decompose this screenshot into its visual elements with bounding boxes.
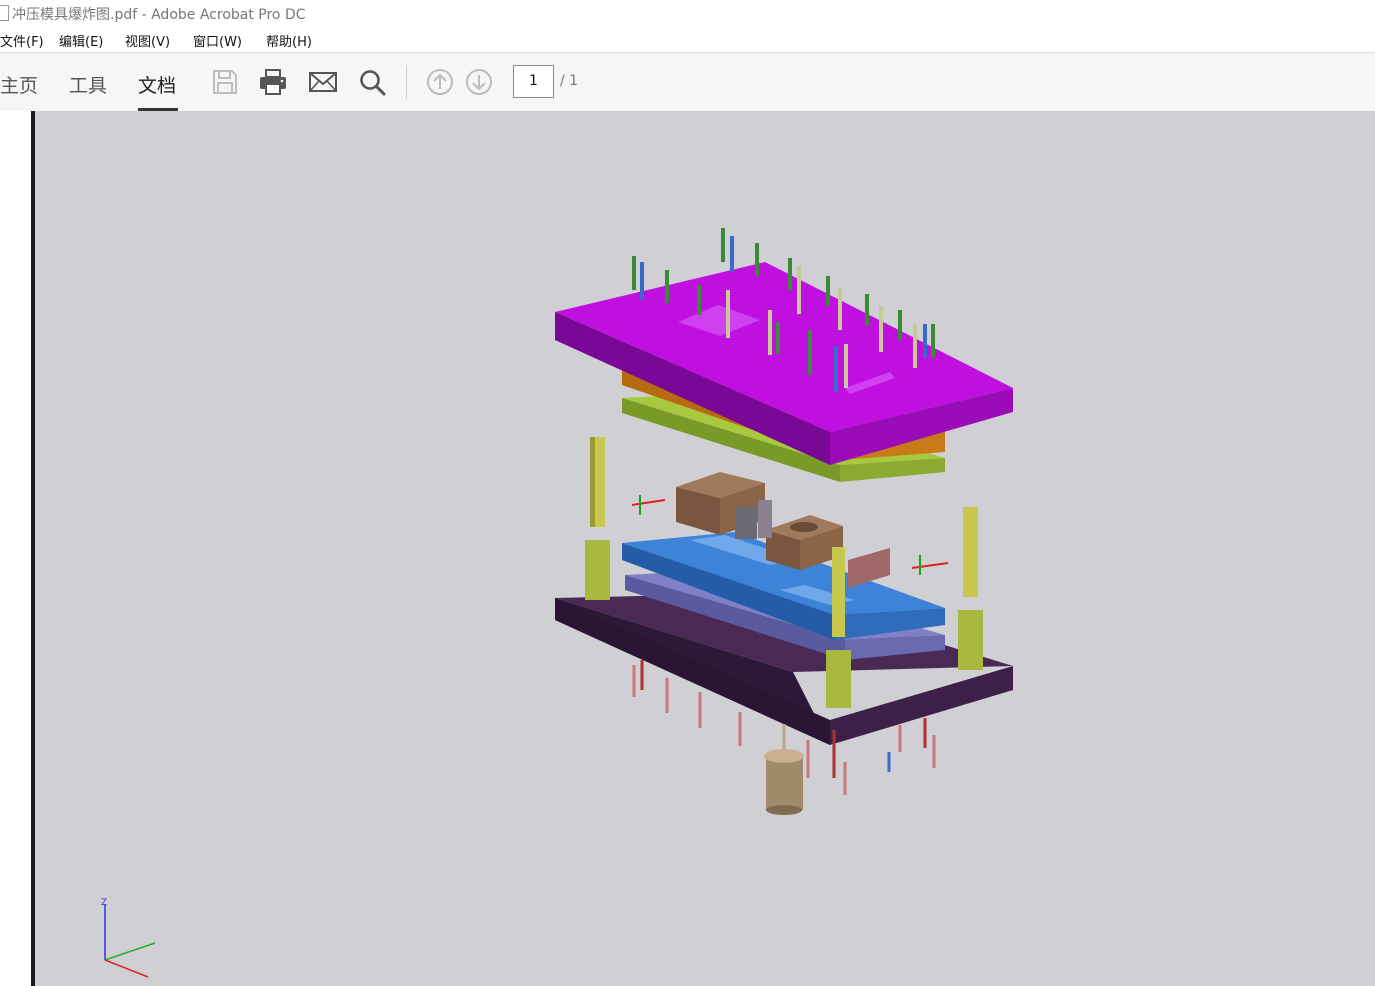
toolbar: 主页 工具 文档 1 / 1 (0, 52, 1375, 112)
search-icon[interactable] (357, 67, 387, 97)
window-title: 冲压模具爆炸图.pdf - Adobe Acrobat Pro DC (12, 7, 306, 23)
save-icon[interactable] (210, 67, 240, 97)
axis-triad: Z (101, 898, 156, 978)
print-icon[interactable] (258, 67, 288, 97)
page-up-icon[interactable] (425, 67, 455, 97)
email-icon[interactable] (308, 67, 338, 97)
page-down-icon[interactable] (464, 67, 494, 97)
3d-model-viewport[interactable]: Z (35, 111, 1375, 986)
title-bar: 冲压模具爆炸图.pdf - Adobe Acrobat Pro DC (0, 0, 1375, 26)
tab-document[interactable]: 文档 (138, 71, 176, 98)
menu-window[interactable]: 窗口(W) (193, 31, 242, 50)
page-number-input[interactable]: 1 (513, 65, 554, 98)
menu-help[interactable]: 帮助(H) (266, 31, 312, 50)
tab-home[interactable]: 主页 (0, 71, 38, 98)
axis-z-label: Z (101, 898, 107, 908)
page-total: / 1 (560, 73, 579, 89)
menu-file[interactable]: 文件(F) (0, 31, 44, 50)
pdf-document-icon (0, 5, 9, 21)
toolbar-separator (406, 65, 407, 99)
bottom-cylinder (764, 724, 804, 815)
exploded-die-model[interactable]: Z (35, 111, 1375, 986)
menu-view[interactable]: 视图(V) (125, 31, 170, 50)
menu-bar: 文件(F) 编辑(E) 视图(V) 窗口(W) 帮助(H) (0, 27, 1375, 51)
menu-edit[interactable]: 编辑(E) (59, 31, 103, 50)
navigation-pane[interactable] (0, 111, 31, 986)
tab-tools[interactable]: 工具 (69, 71, 107, 98)
